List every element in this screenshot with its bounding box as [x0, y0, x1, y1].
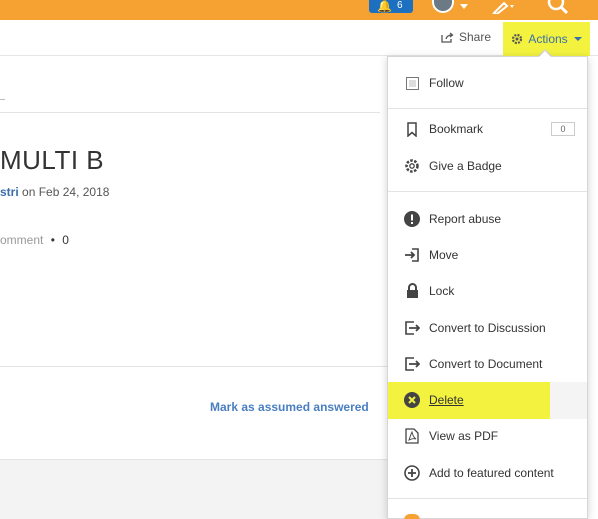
menu-item-label: View as PDF [429, 429, 499, 443]
menu-divider [388, 191, 587, 192]
convert-icon [404, 320, 420, 336]
share-icon [441, 31, 454, 43]
menu-item-label: Bookmark [429, 122, 484, 136]
meta-separator: • [50, 233, 55, 247]
menu-item-give-badge[interactable]: Give a Badge [388, 149, 587, 183]
footer-area [0, 459, 387, 519]
menu-item-delete[interactable]: Delete [388, 383, 587, 417]
pen-icon[interactable] [492, 0, 518, 19]
menu-item-label: Lock [429, 284, 455, 298]
delete-circle-icon [404, 392, 420, 408]
menu-item-label: Give a Badge [429, 159, 502, 173]
menu-pointer-fill [539, 51, 551, 57]
divider [0, 112, 380, 113]
chevron-down-icon [573, 37, 582, 41]
notification-count: 6 [397, 0, 403, 11]
pdf-icon [404, 428, 420, 444]
byline-date: on Feb 24, 2018 [18, 185, 110, 199]
menu-item-view-pdf[interactable]: View as PDF [388, 419, 587, 453]
menu-item-label: Follow [429, 76, 464, 90]
menu-item-label: Convert to Discussion [429, 321, 546, 335]
menu-item-label: Report abuse [429, 212, 502, 226]
comment-count: 0 [62, 233, 69, 247]
menu-item-add-featured[interactable]: Add to featured content [388, 456, 587, 490]
bookmark-count-badge: 0 [551, 122, 575, 136]
lock-icon [404, 283, 420, 299]
divider [0, 366, 387, 367]
badge-gear-icon [404, 158, 420, 174]
comment-label[interactable]: omment [0, 233, 43, 247]
page-title: MULTI B [0, 145, 105, 175]
menu-item-move[interactable]: Move [388, 238, 587, 272]
move-icon [404, 247, 420, 263]
menu-item-follow[interactable]: Follow [388, 66, 587, 100]
author-link[interactable]: stri [0, 185, 19, 199]
gear-icon [512, 33, 523, 45]
menu-item-lock[interactable]: Lock [388, 274, 587, 308]
menu-item-report-abuse[interactable]: Report abuse [388, 202, 587, 236]
menu-item-label: Add to featured content [429, 466, 554, 480]
mark-assumed-answered-link[interactable]: Mark as assumed answered [210, 400, 369, 414]
menu-item-bookmark[interactable]: Bookmark 0 [388, 112, 587, 146]
menu-item-label: Move [429, 248, 459, 262]
search-icon[interactable] [546, 0, 570, 19]
actions-label: Actions [528, 32, 568, 46]
convert-icon [404, 356, 420, 372]
comment-meta: omment • 0 [0, 233, 69, 247]
checkbox-icon [404, 75, 420, 91]
menu-item-label: Delete [429, 393, 464, 407]
bell-icon: 🔔 [377, 0, 392, 13]
actions-dropdown-menu: Follow Bookmark 0 Give a Badge Report ab… [387, 56, 588, 519]
alert-icon [404, 211, 420, 227]
menu-divider [388, 498, 587, 499]
menu-divider [388, 108, 587, 109]
share-label: Share [459, 30, 492, 44]
partial-menu-icon [404, 514, 420, 519]
menu-item-convert-discussion[interactable]: Convert to Discussion [388, 311, 587, 345]
share-button[interactable]: Share [441, 30, 491, 44]
byline: stri on Feb 24, 2018 [0, 185, 109, 199]
menu-item-label: Convert to Document [429, 357, 543, 371]
bookmark-icon [404, 121, 420, 137]
content-action-bar: Share Actions [0, 20, 598, 56]
menu-item-convert-document[interactable]: Convert to Document [388, 347, 587, 381]
notifications-button[interactable]: 🔔 6 [369, 0, 413, 13]
avatar-menu-chevron-icon[interactable] [460, 4, 468, 9]
divider [0, 99, 5, 100]
plus-circle-icon [404, 465, 420, 481]
